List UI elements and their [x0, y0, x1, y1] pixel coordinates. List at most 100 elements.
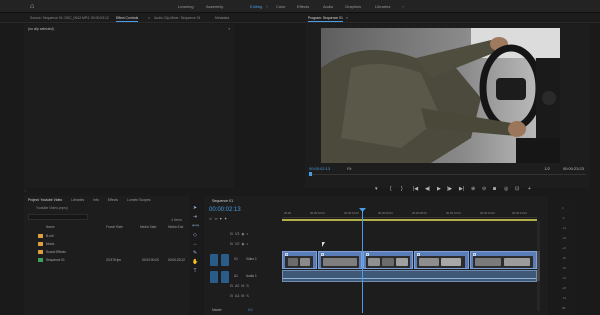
track-header-v1: V1 Video 1 — [208, 252, 280, 268]
add-marker-icon[interactable]: ▾ — [220, 216, 222, 221]
track-a1-name: Audio 1 — [246, 274, 257, 278]
list-item[interactable]: B-roll — [28, 233, 188, 240]
sequence-icon — [38, 258, 43, 262]
step-back-button[interactable]: ◀| — [425, 186, 430, 192]
workspace-audio[interactable]: Audio — [323, 4, 333, 9]
workspace-editing[interactable]: Editing — [250, 4, 262, 9]
linked-selection-icon[interactable]: ∞ — [215, 216, 218, 221]
program-scrub-bar[interactable] — [309, 174, 586, 175]
play-button[interactable]: ▶ — [437, 186, 441, 192]
type-tool-icon[interactable]: T — [192, 268, 198, 274]
tab-audio-clip-mixer[interactable]: Audio Clip Mixer: Sequence 01 — [154, 16, 201, 20]
mark-out-button[interactable]: } — [401, 186, 403, 192]
settings-icon[interactable]: ✦ — [224, 216, 227, 221]
home-icon[interactable]: ⌂ — [30, 3, 37, 10]
lift-button[interactable]: ⊕ — [471, 186, 475, 192]
video-clip[interactable] — [282, 251, 317, 269]
safe-margins-button[interactable]: ⊡ — [515, 186, 519, 192]
tab-effect-controls[interactable]: Effect Controls — [116, 16, 139, 22]
track-v3-controls[interactable]: ⊟ V3 ◉ ◐ — [230, 232, 249, 236]
tab-metadata[interactable]: Metadata — [215, 16, 229, 20]
program-fit-select[interactable]: Fit — [347, 166, 351, 171]
tab-libraries[interactable]: Libraries — [71, 198, 84, 202]
tools-panel: ➤ ⇥ ⟺ ◇ ↔ ✎ ✋ T — [190, 205, 200, 315]
track-select-icon[interactable]: ⇥ — [192, 214, 198, 220]
video-track-v1 — [282, 251, 537, 269]
column-frame-rate[interactable]: Frame Rate — [106, 225, 123, 229]
column-media-start[interactable]: Media Start — [140, 225, 156, 229]
tab-lumetri-scopes[interactable]: Lumetri Scopes — [127, 198, 151, 202]
project-search-input[interactable] — [28, 214, 88, 220]
track-header-a1: A1 Audio 1 — [208, 269, 280, 285]
tab-program[interactable]: Program: Sequence 01 — [308, 16, 343, 22]
tab-close-icon[interactable]: × — [148, 16, 150, 20]
list-item[interactable]: Sound Effects — [28, 249, 188, 256]
export-frame-button[interactable]: ◙ — [493, 186, 496, 192]
workspace-assembly[interactable]: Assembly — [206, 4, 223, 9]
program-current-timecode[interactable]: 00:00:02:13 — [309, 166, 330, 171]
go-to-in-button[interactable]: |◀ — [413, 186, 418, 192]
workspace-menu-icon[interactable]: ≡ — [266, 4, 268, 9]
video-clip[interactable] — [363, 251, 413, 269]
ripple-edit-icon[interactable]: ⟺ — [192, 223, 199, 229]
folder-icon — [38, 234, 43, 238]
track-target-v1[interactable] — [221, 254, 229, 266]
video-clip[interactable] — [318, 251, 362, 269]
timeline-ruler[interactable]: 00:00 00:00:02:00 00:00:04:00 00:00:06:0… — [282, 208, 537, 218]
comparison-view-button[interactable]: ◎ — [504, 186, 508, 192]
source-patch-a1[interactable] — [210, 271, 218, 283]
timeline-vertical-scrollbar[interactable] — [537, 221, 540, 311]
track-a3-controls[interactable]: ⊟ A3 M S — [230, 294, 249, 298]
track-v2-controls[interactable]: ⊟ V2 ◉ ◐ — [230, 242, 249, 246]
workspace-libraries[interactable]: Libraries — [375, 4, 390, 9]
program-playhead[interactable] — [309, 172, 312, 176]
effect-controls-header: (no clip selected) — [28, 27, 54, 31]
workspace-graphics[interactable]: Graphics — [345, 4, 361, 9]
list-item[interactable]: Sequence 01 23.976 fps 00:00:00:00 00:00… — [28, 257, 188, 264]
program-video-frame[interactable] — [321, 28, 560, 163]
timeline-playhead[interactable] — [362, 208, 363, 313]
tab-close-icon[interactable]: ≡ — [346, 16, 348, 20]
panel-menu-icon[interactable]: ▪ — [229, 26, 230, 31]
master-label: Master — [212, 308, 222, 312]
razor-tool-icon[interactable]: ◇ — [192, 232, 198, 238]
workspace-learning[interactable]: Learning — [178, 4, 194, 9]
work-area-bar[interactable] — [282, 219, 537, 221]
add-marker-button[interactable]: ▾ — [375, 186, 378, 192]
master-value[interactable]: 0.0 — [248, 308, 252, 312]
scrollbar-thumb[interactable] — [537, 251, 540, 281]
track-target-a1[interactable] — [221, 271, 229, 283]
program-quality-select[interactable]: 1/2 — [544, 166, 550, 171]
tab-effects[interactable]: Effects — [108, 198, 118, 202]
pen-tool-icon[interactable]: ✎ — [192, 250, 198, 256]
tab-source[interactable]: Source: Sequence 01: DSC_0042.MP4: 00:00… — [30, 16, 109, 20]
button-editor-icon[interactable]: + — [528, 186, 531, 192]
project-column-headers: Name Frame Rate Media Start Media End — [28, 224, 188, 230]
tab-project[interactable]: Project: Youtube Video — [28, 198, 62, 202]
column-media-end[interactable]: Media End — [168, 225, 183, 229]
audio-clip[interactable] — [282, 270, 537, 282]
mark-in-button[interactable]: { — [390, 186, 392, 192]
tab-sequence[interactable]: Sequence 01 — [212, 199, 233, 203]
video-clip[interactable] — [470, 251, 537, 269]
column-name[interactable]: Name — [46, 225, 55, 229]
video-clip[interactable] — [414, 251, 469, 269]
step-forward-button[interactable]: |▶ — [447, 186, 452, 192]
go-to-out-button[interactable]: ▶| — [459, 186, 464, 192]
workspace-overflow-icon[interactable]: » — [402, 4, 404, 9]
track-header-master: Master 0.0 — [208, 303, 280, 315]
timeline-panel: Sequence 01 00:00:02:13 ⊂ ∞ ▾ ✦ 00:00 00… — [204, 196, 548, 315]
track-a2-controls[interactable]: ⊟ A2 M S — [230, 284, 249, 288]
source-patch-v1[interactable] — [210, 254, 218, 266]
selection-tool-icon[interactable]: ➤ — [192, 205, 198, 211]
tab-info[interactable]: Info — [93, 198, 99, 202]
timeline-timecode[interactable]: 00:00:02:13 — [209, 207, 241, 213]
list-item[interactable]: Music — [28, 241, 188, 248]
hand-tool-icon[interactable]: ✋ — [192, 259, 198, 265]
extract-button[interactable]: ⊝ — [482, 186, 486, 192]
workspace-color[interactable]: Color — [276, 4, 286, 9]
workspace-effects[interactable]: Effects — [297, 4, 309, 9]
snap-icon[interactable]: ⊂ — [209, 216, 212, 221]
audio-meters: 0 -6 -12 -18 -24 -30 -36 -42 -48 -54 dB — [560, 200, 576, 315]
slip-tool-icon[interactable]: ↔ — [192, 241, 198, 247]
